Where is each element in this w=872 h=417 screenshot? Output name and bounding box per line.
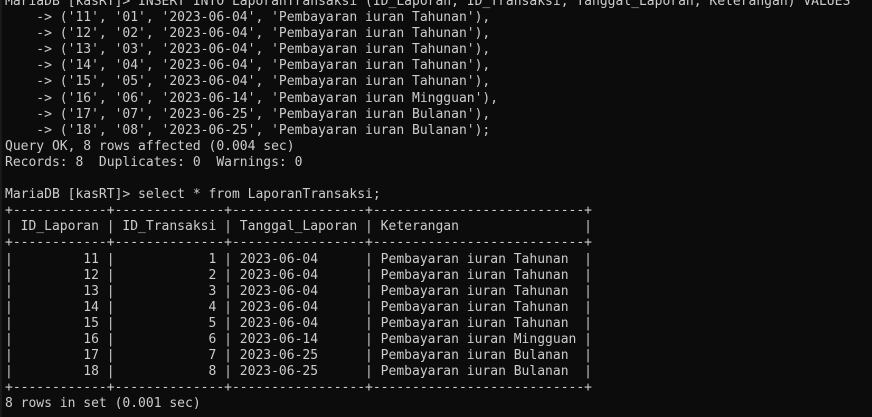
query-ok-message: Query OK, 8 rows affected (0.004 sec)	[5, 138, 295, 154]
window-edge	[0, 0, 2, 417]
table-border-top: +------------+--------------+-----------…	[5, 203, 592, 219]
table-row: | 12 | 2 | 2023-06-04 | Pembayaran iuran…	[5, 267, 592, 283]
insert-continuation-line: -> ('11', '01', '2023-06-04', 'Pembayara…	[5, 10, 491, 26]
table-row: | 18 | 8 | 2023-06-25 | Pembayaran iuran…	[5, 364, 592, 380]
table-border-bottom: +------------+--------------+-----------…	[5, 380, 592, 396]
insert-continuation-line: -> ('16', '06', '2023-06-14', 'Pembayara…	[5, 90, 499, 106]
insert-continuation-line: -> ('13', '03', '2023-06-04', 'Pembayara…	[5, 42, 491, 58]
select-command-line: MariaDB [kasRT]> select * from LaporanTr…	[5, 187, 381, 203]
table-row: | 13 | 3 | 2023-06-04 | Pembayaran iuran…	[5, 283, 592, 299]
insert-continuation-line: -> ('12', '02', '2023-06-04', 'Pembayara…	[5, 26, 491, 42]
terminal-output[interactable]: MariaDB [kasRT]> INSERT INTO LaporanTran…	[5, 0, 872, 417]
table-border-header: +------------+--------------+-----------…	[5, 235, 592, 251]
table-row: | 16 | 6 | 2023-06-14 | Pembayaran iuran…	[5, 331, 592, 347]
insert-continuation-line: -> ('18', '08', '2023-06-25', 'Pembayara…	[5, 122, 491, 138]
insert-continuation-line: -> ('14', '04', '2023-06-04', 'Pembayara…	[5, 58, 491, 74]
table-row: | 17 | 7 | 2023-06-25 | Pembayaran iuran…	[5, 348, 592, 364]
rows-in-set-message: 8 rows in set (0.001 sec)	[5, 396, 201, 412]
table-row: | 15 | 5 | 2023-06-04 | Pembayaran iuran…	[5, 315, 592, 331]
table-header-row: | ID_Laporan | ID_Transaksi | Tanggal_La…	[5, 219, 592, 235]
insert-command-line: MariaDB [kasRT]> INSERT INTO LaporanTran…	[5, 0, 851, 9]
insert-continuation-line: -> ('17', '07', '2023-06-25', 'Pembayara…	[5, 106, 491, 122]
records-summary: Records: 8 Duplicates: 0 Warnings: 0	[5, 154, 303, 170]
insert-continuation-line: -> ('15', '05', '2023-06-04', 'Pembayara…	[5, 74, 491, 90]
table-row: | 11 | 1 | 2023-06-04 | Pembayaran iuran…	[5, 251, 592, 267]
table-row: | 14 | 4 | 2023-06-04 | Pembayaran iuran…	[5, 299, 592, 315]
